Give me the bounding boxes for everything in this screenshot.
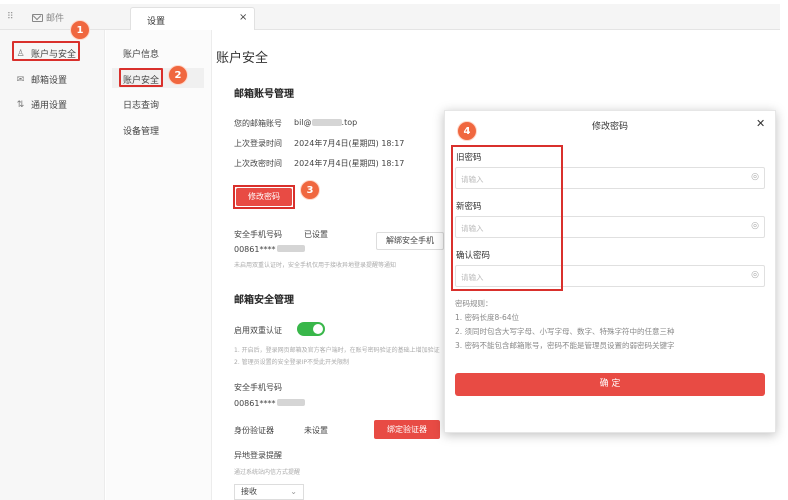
mail-icon: [32, 13, 43, 22]
chevron-down-icon: ⌄: [290, 487, 297, 496]
remote-login-select[interactable]: 接收 ⌄: [234, 484, 304, 500]
last-login-row: 上次登录时间 2024年7月4日(星期四) 18:17: [234, 138, 404, 149]
authenticator-status: 未设置: [304, 426, 328, 435]
unbind-phone-button[interactable]: 解绑安全手机: [376, 232, 444, 250]
two-factor-note-2: 2. 管理员设置的安全登录IP不受此开关限制: [234, 359, 350, 366]
last-change-row: 上次改密时间 2024年7月4日(星期四) 18:17: [234, 158, 404, 169]
close-tab-icon[interactable]: ×: [239, 12, 247, 23]
subnav-item-account-info[interactable]: 账户信息: [123, 47, 159, 60]
step-badge-1: 1: [70, 20, 90, 40]
eye-off-icon[interactable]: ◎: [751, 270, 759, 280]
mail-app-label: 邮件: [46, 14, 65, 24]
eye-off-icon[interactable]: ◎: [751, 221, 759, 231]
sidebar-item-label: 通用设置: [31, 101, 68, 111]
authenticator-row: 身份验证器 未设置: [234, 425, 328, 436]
email-row: 您的邮箱账号 bil@ .top: [234, 118, 357, 129]
highlight-box-1: [12, 41, 80, 61]
security-phone-row-2: 安全手机号码: [234, 382, 304, 393]
highlight-box-2: [119, 68, 163, 87]
two-factor-label: 启用双重认证: [234, 326, 282, 335]
email-value: bil@ .top: [294, 118, 358, 127]
step-badge-3: 3: [300, 180, 320, 200]
password-rule-2: 2. 须同时包含大写字母、小写字母、数字、特殊字符中的任意三种: [455, 327, 675, 336]
subnav-item-device-management[interactable]: 设备管理: [123, 124, 159, 137]
close-icon[interactable]: ✕: [756, 117, 765, 130]
app-grid-icon[interactable]: ⠿: [7, 12, 16, 22]
page-title: 账户安全: [216, 51, 269, 66]
phone-value-2: 00861****: [234, 399, 276, 408]
phone-blur-2: [277, 399, 306, 406]
remote-login-select-value: 接收: [241, 487, 257, 496]
highlight-box-4: [451, 145, 563, 291]
security-phone-label-2: 安全手机号码: [234, 383, 282, 392]
step-badge-4: 4: [457, 121, 477, 141]
settings-tab[interactable]: 设置 ×: [130, 7, 255, 30]
sidebar-item-general-settings[interactable]: ⇅ 通用设置: [16, 98, 68, 112]
last-change-value: 2024年7月4日(星期四) 18:17: [294, 159, 405, 168]
authenticator-label: 身份验证器: [234, 426, 274, 435]
phone-note: 未启用双重认证时，安全手机仅用于接收异地登录提醒等通知: [234, 262, 397, 269]
security-phone-label: 安全手机号码: [234, 230, 282, 239]
sidebar-item-label: 邮箱设置: [31, 76, 68, 86]
email-label: 您的邮箱账号: [234, 119, 282, 128]
password-rule-3: 3. 密码不能包含邮箱账号，密码不能是管理员设置的弱密码关键字: [455, 341, 675, 350]
last-login-value: 2024年7月4日(星期四) 18:17: [294, 139, 405, 148]
eye-off-icon[interactable]: ◎: [751, 172, 759, 182]
remote-login-label: 异地登录提醒: [234, 451, 282, 460]
general-settings-icon: ⇅: [16, 99, 25, 110]
password-rule-1: 1. 密码长度8-64位: [455, 313, 520, 322]
mailbox-section-title: 邮箱账号管理: [234, 89, 294, 100]
step-badge-2: 2: [168, 65, 188, 85]
two-factor-note-1: 1. 开启后，登录网页邮箱及官方客户端时，在账号密码验证的基础上增加验证: [234, 347, 440, 354]
modal-title: 修改密码: [592, 122, 629, 132]
confirm-button[interactable]: 确 定: [455, 373, 765, 396]
mail-settings-icon: ✉: [16, 74, 25, 85]
sidebar-item-mail-settings[interactable]: ✉ 邮箱设置: [16, 73, 68, 87]
remote-login-note: 通过系统站内信方式提醒: [234, 469, 301, 476]
remote-login-row: 异地登录提醒: [234, 450, 314, 461]
two-factor-toggle[interactable]: [297, 322, 325, 336]
subnav-item-log-query[interactable]: 日志查询: [123, 98, 159, 111]
settings-tab-label: 设置: [147, 17, 166, 27]
phone-value-row-2: 00861****: [234, 399, 306, 408]
phone-value: 00861****: [234, 245, 276, 254]
last-login-label: 上次登录时间: [234, 139, 282, 148]
security-phone-status: 已设置: [304, 230, 328, 239]
top-tab-bar: ⠿ 邮件 设置 ×: [0, 4, 780, 30]
highlight-box-3: [233, 185, 295, 209]
phone-blur: [277, 245, 306, 252]
last-change-label: 上次改密时间: [234, 159, 282, 168]
mail-app-tab[interactable]: 邮件: [32, 11, 64, 24]
password-rules-title: 密码规则：: [455, 299, 493, 308]
two-factor-row: 启用双重认证: [234, 325, 294, 336]
security-section-title: 邮箱安全管理: [234, 295, 294, 306]
security-phone-row: 安全手机号码 已设置: [234, 229, 328, 240]
phone-value-row: 00861****: [234, 245, 306, 254]
bind-authenticator-button[interactable]: 绑定验证器: [374, 420, 440, 439]
